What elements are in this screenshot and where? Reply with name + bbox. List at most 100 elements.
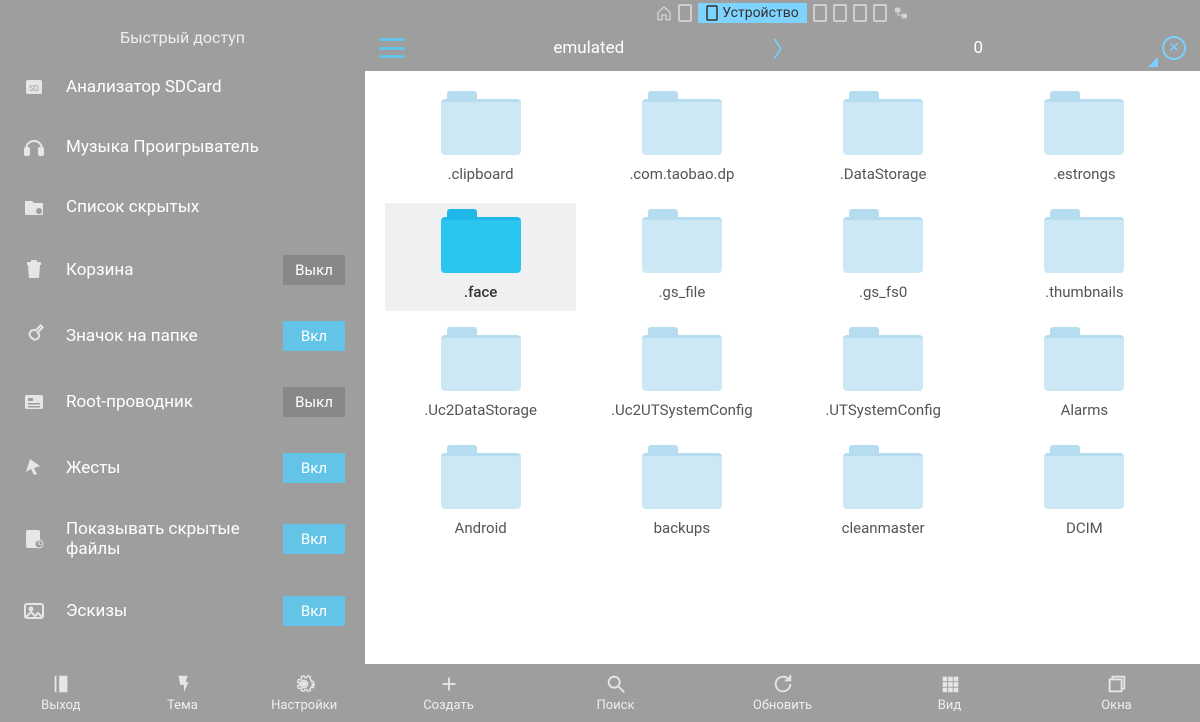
folder-icon [441, 209, 521, 273]
folder-icon [1044, 209, 1124, 273]
folder-item[interactable]: .estrongs [989, 85, 1180, 193]
folder-label: .com.taobao.dp [629, 165, 734, 183]
folder-grid: .clipboard .com.taobao.dp .DataStorage .est… [365, 71, 1200, 664]
close-tab-icon[interactable]: ✕ [1162, 36, 1186, 60]
sidebar-item[interactable]: Значок на папке Вкл [0, 303, 365, 369]
view-icon [939, 673, 961, 695]
sidebar-toggle[interactable]: Вкл [283, 596, 345, 626]
folder-label: .gs_file [658, 283, 705, 301]
folder-label: Android [455, 519, 507, 537]
sidebar-item[interactable]: SDАнализатор SDCard [0, 57, 365, 117]
bottom-button-label: Поиск [596, 698, 634, 713]
sidebar-item-icon [22, 324, 46, 348]
folder-icon [642, 445, 722, 509]
sidebar-toggle[interactable]: Вкл [283, 524, 345, 554]
bottom-button-label: Настройки [271, 698, 337, 713]
refresh-button[interactable]: Обновить [699, 664, 866, 722]
theme-icon [172, 673, 194, 695]
folder-icon [843, 209, 923, 273]
folder-item[interactable]: .thumbnails [989, 203, 1180, 311]
folder-item[interactable]: .Uc2UTSystemConfig [586, 321, 777, 429]
folder-item[interactable]: .gs_file [586, 203, 777, 311]
sidebar-item[interactable]: Список скрытых [0, 177, 365, 237]
bottom-button-label: Выход [41, 698, 80, 713]
network-icon[interactable] [893, 5, 909, 21]
storage-tab-icon[interactable] [833, 4, 847, 22]
view-button[interactable]: Вид [866, 664, 1033, 722]
folder-icon [1044, 91, 1124, 155]
folder-item[interactable]: .gs_fs0 [788, 203, 979, 311]
search-icon [605, 673, 627, 695]
storage-tab-icon[interactable] [678, 4, 692, 22]
folder-icon [642, 209, 722, 273]
sidebar-toggle[interactable]: Выкл [283, 255, 345, 285]
sidebar-toggle[interactable]: Вкл [283, 321, 345, 351]
sidebar-item-icon [22, 135, 46, 159]
hamburger-icon[interactable] [379, 38, 405, 58]
create-button[interactable]: Создать [365, 664, 532, 722]
path-separator-icon: 〉 [773, 32, 795, 64]
sidebar-item[interactable]: Музыка Проигрыватель [0, 117, 365, 177]
folder-icon [843, 91, 923, 155]
folder-item[interactable]: .clipboard [385, 85, 576, 193]
folder-item[interactable]: .Uc2DataStorage [385, 321, 576, 429]
folder-icon [1044, 445, 1124, 509]
bottom-bar: Выход Тема Настройки Создать Поиск Обновить В… [0, 664, 1200, 722]
theme-button[interactable]: Тема [122, 664, 244, 722]
bottom-button-label: Окна [1101, 698, 1132, 713]
home-icon[interactable] [656, 5, 672, 21]
folder-item[interactable]: .com.taobao.dp [586, 85, 777, 193]
bottom-button-label: Создать [423, 698, 474, 713]
sidebar-toggle[interactable]: Вкл [283, 453, 345, 483]
dropdown-indicator-icon[interactable] [1148, 57, 1158, 67]
folder-label: .face [464, 283, 497, 301]
path-segment-1[interactable]: emulated [415, 38, 763, 58]
settings-button[interactable]: Настройки [243, 664, 365, 722]
storage-tab-icon[interactable] [853, 4, 867, 22]
folder-item[interactable]: backups [586, 439, 777, 547]
sidebar-item-label: Корзина [66, 260, 263, 280]
folder-item[interactable]: DCIM [989, 439, 1180, 547]
sidebar-item-icon: SD [22, 75, 46, 99]
sidebar-item-label: Root-проводник [66, 392, 263, 412]
refresh-icon [772, 673, 794, 695]
bottom-button-label: Тема [167, 698, 198, 713]
folder-icon [441, 91, 521, 155]
windows-button[interactable]: Окна [1033, 664, 1200, 722]
folder-icon [843, 445, 923, 509]
folder-label: .DataStorage [840, 165, 927, 183]
folder-item[interactable]: Android [385, 439, 576, 547]
folder-item[interactable]: .DataStorage [788, 85, 979, 193]
sidebar-item-label: Жесты [66, 458, 263, 478]
sidebar-item-label: Значок на папке [66, 326, 263, 346]
search-button[interactable]: Поиск [532, 664, 699, 722]
settings-icon [293, 673, 315, 695]
exit-button[interactable]: Выход [0, 664, 122, 722]
sidebar-item[interactable]: Root-проводник Выкл [0, 369, 365, 435]
folder-label: cleanmaster [842, 519, 925, 537]
device-tab-active[interactable]: Устройство [698, 3, 806, 23]
sidebar-item-icon [22, 195, 46, 219]
folder-label: .estrongs [1053, 165, 1116, 183]
sidebar-toggle[interactable]: Выкл [283, 387, 345, 417]
storage-tab-icon[interactable] [813, 4, 827, 22]
exit-icon [50, 673, 72, 695]
sidebar-item-label: Показывать скрытые файлы [66, 519, 263, 560]
sidebar-title: Быстрый доступ [0, 25, 365, 57]
sidebar-item-icon [22, 390, 46, 414]
folder-label: .Uc2DataStorage [424, 401, 537, 419]
bottom-button-label: Обновить [753, 698, 812, 713]
path-bar: emulated 〉 0 ✕ [365, 25, 1200, 71]
sidebar-item[interactable]: Показывать скрытые файлы Вкл [0, 501, 365, 578]
top-tab-bar: Устройство [0, 0, 1200, 25]
sidebar-item-icon [22, 599, 46, 623]
sidebar-item[interactable]: Корзина Выкл [0, 237, 365, 303]
sidebar-item[interactable]: ЭскизыВкл [0, 578, 365, 644]
folder-item[interactable]: .UTSystemConfig [788, 321, 979, 429]
sidebar-item[interactable]: Жесты Вкл [0, 435, 365, 501]
storage-tab-icon[interactable] [873, 4, 887, 22]
folder-item[interactable]: cleanmaster [788, 439, 979, 547]
folder-item[interactable]: Alarms [989, 321, 1180, 429]
folder-item[interactable]: .face [385, 203, 576, 311]
path-segment-2[interactable]: 0 [805, 38, 1153, 58]
